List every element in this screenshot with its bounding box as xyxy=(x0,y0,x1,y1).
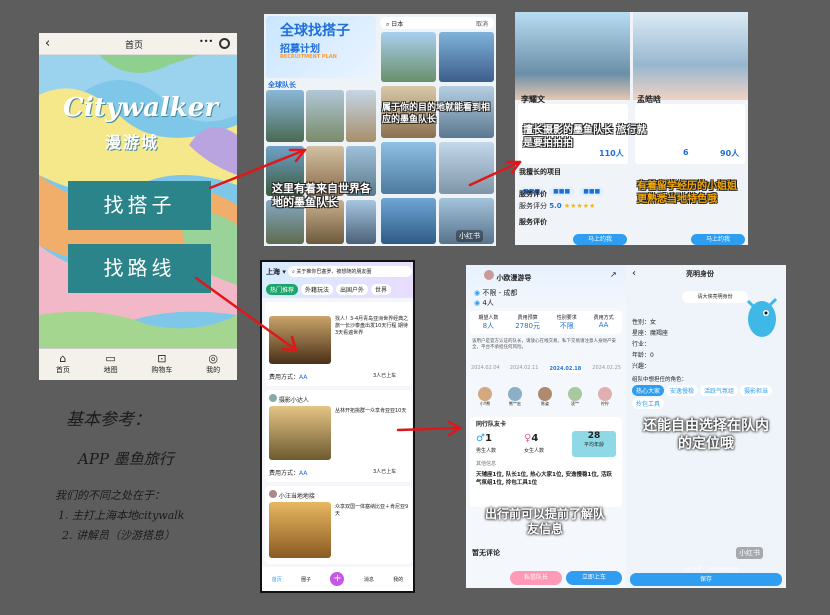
notes-title: 基本参考： xyxy=(66,410,151,430)
arrow-detail xyxy=(396,426,462,432)
arrow-route xyxy=(194,276,298,352)
notes-app: APP 墨鱼旅行 xyxy=(78,450,174,468)
notes-item-1: 1. 主打上海本地citywalk xyxy=(58,509,185,522)
notes-item-2: 2. 讲解员（沙游搭息） xyxy=(62,529,175,542)
notes-diff: 我们的不同之处在于： xyxy=(55,489,165,502)
arrow-partner xyxy=(208,148,307,190)
